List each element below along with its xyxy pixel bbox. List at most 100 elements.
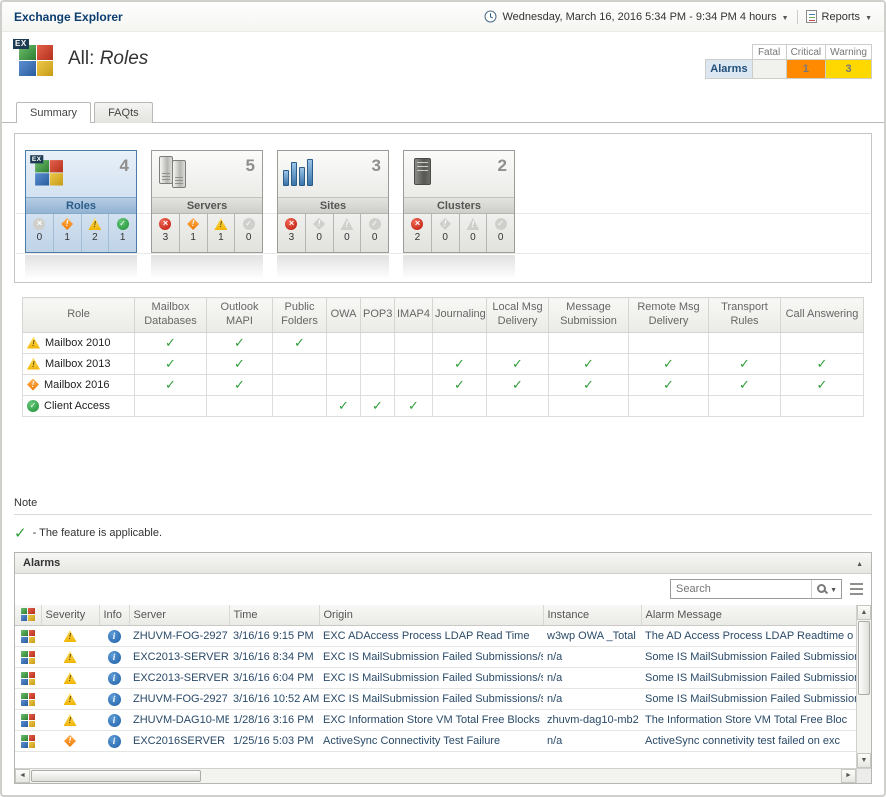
tab-bar: Summary FAQts bbox=[2, 96, 884, 123]
alarm-server: EXC2013-SERVER bbox=[129, 668, 229, 689]
warning-icon bbox=[466, 218, 479, 230]
collapse-icon[interactable] bbox=[856, 557, 863, 569]
fatal-icon bbox=[33, 218, 45, 230]
feature-cell bbox=[395, 374, 433, 395]
tile-sites[interactable]: 3 Sites 3 0 0 0 bbox=[277, 150, 389, 253]
tab-summary[interactable]: Summary bbox=[16, 102, 91, 123]
feature-cell: ✓ bbox=[781, 353, 864, 374]
feature-cell bbox=[361, 353, 395, 374]
alarm-row[interactable]: EXC2013-SERVER 3/16/16 8:34 PM EXC IS Ma… bbox=[15, 647, 856, 668]
alarm-row[interactable]: ZHUVM-DAG10-MB2 1/28/16 3:16 PM EXC Info… bbox=[15, 710, 856, 731]
tile-count: 2 bbox=[498, 156, 507, 176]
info-icon[interactable] bbox=[108, 672, 121, 685]
search-box bbox=[670, 579, 842, 599]
alarms-header-row: Severity Info Server Time Origin Instanc… bbox=[15, 605, 856, 626]
tile-label: Roles bbox=[26, 197, 136, 214]
alarm-origin: EXC Information Store VM Total Free Bloc… bbox=[319, 710, 543, 731]
critical-icon bbox=[61, 218, 73, 230]
role-name: Mailbox 2016 bbox=[44, 379, 109, 391]
alarm-message: ActiveSync connetivity test failed on ex… bbox=[641, 731, 856, 752]
column-header[interactable]: Origin bbox=[319, 605, 543, 626]
feature-cell bbox=[433, 332, 487, 353]
table-customizer-icon[interactable] bbox=[850, 583, 863, 595]
role-name: Mailbox 2013 bbox=[45, 358, 110, 370]
fatal-count-cell[interactable] bbox=[752, 60, 786, 79]
matrix-row: Mailbox 2016 ✓ ✓ ✓ ✓ ✓ ✓ ✓ ✓ bbox=[23, 374, 864, 395]
column-header[interactable]: Server bbox=[129, 605, 229, 626]
vertical-scroll-track[interactable] bbox=[857, 620, 871, 753]
info-icon[interactable] bbox=[108, 651, 121, 664]
scroll-down-button[interactable] bbox=[857, 753, 871, 768]
column-header[interactable]: Instance bbox=[543, 605, 641, 626]
alarm-time: 3/16/16 10:52 AM bbox=[229, 689, 319, 710]
tile-status-row: 2 0 0 0 bbox=[404, 214, 514, 252]
feature-cell bbox=[395, 353, 433, 374]
alarm-row[interactable]: ZHUVM-FOG-2927 3/16/16 10:52 AM EXC IS M… bbox=[15, 689, 856, 710]
normal-icon bbox=[117, 218, 129, 230]
vertical-scrollbar[interactable] bbox=[856, 605, 871, 768]
feature-cell bbox=[273, 395, 327, 416]
alarm-row[interactable]: ZHUVM-FOG-2927 3/16/16 9:15 PM EXC ADAcc… bbox=[15, 626, 856, 647]
tab-faqts[interactable]: FAQts bbox=[94, 102, 153, 123]
feature-cell: ✓ bbox=[135, 353, 207, 374]
tile-roles[interactable]: EX 4 Roles 0 1 2 1 bbox=[25, 150, 137, 253]
feature-cell bbox=[395, 332, 433, 353]
horizontal-scrollbar[interactable] bbox=[15, 768, 871, 783]
search-input[interactable] bbox=[671, 583, 811, 595]
vertical-scroll-thumb[interactable] bbox=[858, 621, 870, 695]
matrix-header-row: Role Mailbox Databases Outlook MAPI Publ… bbox=[23, 298, 864, 333]
feature-cell: ✓ bbox=[709, 374, 781, 395]
column-header: POP3 bbox=[361, 298, 395, 333]
alarm-row[interactable]: EXC2013-SERVER 3/16/16 6:04 PM EXC IS Ma… bbox=[15, 668, 856, 689]
role-name: Client Access bbox=[44, 400, 110, 412]
feature-cell: ✓ bbox=[135, 374, 207, 395]
horizontal-scroll-track[interactable] bbox=[30, 769, 841, 783]
search-button[interactable] bbox=[811, 580, 841, 598]
info-icon[interactable] bbox=[108, 714, 121, 727]
alarm-row[interactable]: EXC2016SERVER 1/25/16 5:03 PM ActiveSync… bbox=[15, 731, 856, 752]
normal-icon bbox=[495, 218, 507, 230]
column-header[interactable]: Severity bbox=[41, 605, 99, 626]
warning-icon bbox=[88, 218, 101, 230]
alarm-instance: w3wp OWA _Total bbox=[543, 626, 641, 647]
severity-icon bbox=[64, 630, 77, 642]
scroll-right-button[interactable] bbox=[841, 769, 856, 783]
alarm-message: Some IS MailSubmission Failed Submission bbox=[641, 647, 856, 668]
alarm-server: ZHUVM-FOG-2927 bbox=[129, 689, 229, 710]
reports-menu[interactable]: Reports bbox=[806, 10, 872, 23]
info-icon[interactable] bbox=[108, 693, 121, 706]
column-header[interactable]: Info bbox=[99, 605, 129, 626]
critical-count-cell[interactable]: 1 bbox=[786, 60, 826, 79]
column-header: Outlook MAPI bbox=[207, 298, 273, 333]
tile-clusters[interactable]: 2 Clusters 2 0 0 0 bbox=[403, 150, 515, 253]
servers-icon bbox=[157, 156, 191, 190]
exchange-item-icon bbox=[21, 735, 35, 748]
horizontal-scroll-thumb[interactable] bbox=[31, 770, 201, 782]
feature-cell: ✓ bbox=[395, 395, 433, 416]
alarms-toolbar bbox=[15, 574, 871, 605]
info-icon[interactable] bbox=[108, 630, 121, 643]
column-header[interactable]: Time bbox=[229, 605, 319, 626]
warning-count-cell[interactable]: 3 bbox=[826, 60, 872, 79]
severity-icon bbox=[64, 651, 77, 663]
feature-cell: ✓ bbox=[781, 374, 864, 395]
alarms-panel: Alarms bbox=[14, 552, 872, 784]
exchange-item-icon bbox=[21, 630, 35, 643]
alarm-time: 3/16/16 9:15 PM bbox=[229, 626, 319, 647]
fatal-icon bbox=[285, 218, 297, 230]
matrix-row: Mailbox 2010 ✓ ✓ ✓ bbox=[23, 332, 864, 353]
chevron-down-icon bbox=[865, 11, 872, 23]
column-header[interactable]: Alarm Message bbox=[641, 605, 856, 626]
warning-column-header: Warning bbox=[826, 45, 872, 60]
info-icon[interactable] bbox=[108, 735, 121, 748]
scroll-left-button[interactable] bbox=[15, 769, 30, 783]
feature-cell: ✓ bbox=[433, 353, 487, 374]
tile-reflection bbox=[151, 255, 263, 279]
column-header: Mailbox Databases bbox=[135, 298, 207, 333]
scroll-up-button[interactable] bbox=[857, 605, 871, 620]
tile-servers[interactable]: 5 Servers 3 1 1 0 bbox=[151, 150, 263, 253]
time-range-selector[interactable]: Wednesday, March 16, 2016 5:34 PM - 9:34… bbox=[484, 10, 788, 23]
note-section: Note ✓ - The feature is applicable. bbox=[14, 497, 872, 542]
alarm-instance: n/a bbox=[543, 647, 641, 668]
tile-status-row: 0 1 2 1 bbox=[26, 214, 136, 252]
